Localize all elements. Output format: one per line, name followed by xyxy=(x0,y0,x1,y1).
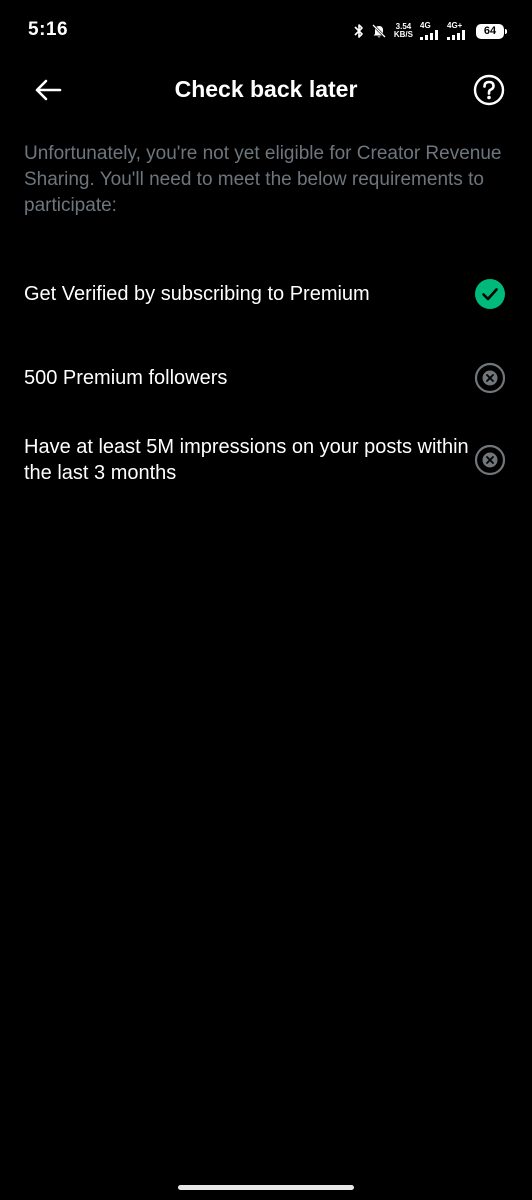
check-circle-icon xyxy=(475,279,505,309)
status-icons: 3.54 KB/S 4G 4G+ 64 xyxy=(354,20,507,42)
network-speed-unit: KB/S xyxy=(393,30,413,39)
help-button[interactable] xyxy=(472,73,506,107)
battery-icon: 64 xyxy=(476,23,507,39)
signal-1-label: 4G xyxy=(420,21,431,30)
mute-bell-icon xyxy=(371,23,387,39)
home-indicator[interactable] xyxy=(178,1185,354,1190)
requirement-row-followers: 500 Premium followers xyxy=(0,336,532,420)
signal-2-label: 4G+ xyxy=(447,21,463,30)
signal-icon xyxy=(447,30,465,40)
requirement-row-verified: Get Verified by subscribing to Premium xyxy=(0,264,532,324)
requirement-status xyxy=(474,278,506,310)
requirement-row-impressions: Have at least 5M impressions on your pos… xyxy=(0,430,532,490)
signal-2: 4G+ xyxy=(447,22,469,40)
signal-icon xyxy=(420,30,438,40)
bluetooth-icon xyxy=(354,23,364,39)
x-circle-icon xyxy=(474,444,506,476)
header: Check back later xyxy=(0,62,532,118)
requirement-status xyxy=(474,444,506,476)
page-title: Check back later xyxy=(174,76,358,102)
battery-level: 64 xyxy=(483,25,497,37)
status-bar: 5:16 3.54 KB/S 4G 4G+ 64 xyxy=(0,0,532,60)
requirement-status xyxy=(474,362,506,394)
eligibility-intro-text: Unfortunately, you're not yet eligible f… xyxy=(24,143,502,216)
signal-1: 4G xyxy=(420,22,440,40)
requirements-list: Get Verified by subscribing to Premium 5… xyxy=(0,264,532,490)
requirement-label: 500 Premium followers xyxy=(24,367,228,389)
requirement-label: Have at least 5M impressions on your pos… xyxy=(24,436,469,484)
question-circle-icon xyxy=(473,74,505,106)
x-circle-icon xyxy=(474,362,506,394)
requirement-label: Get Verified by subscribing to Premium xyxy=(24,283,370,305)
status-time: 5:16 xyxy=(28,19,69,40)
network-speed: 3.54 KB/S xyxy=(394,23,413,39)
